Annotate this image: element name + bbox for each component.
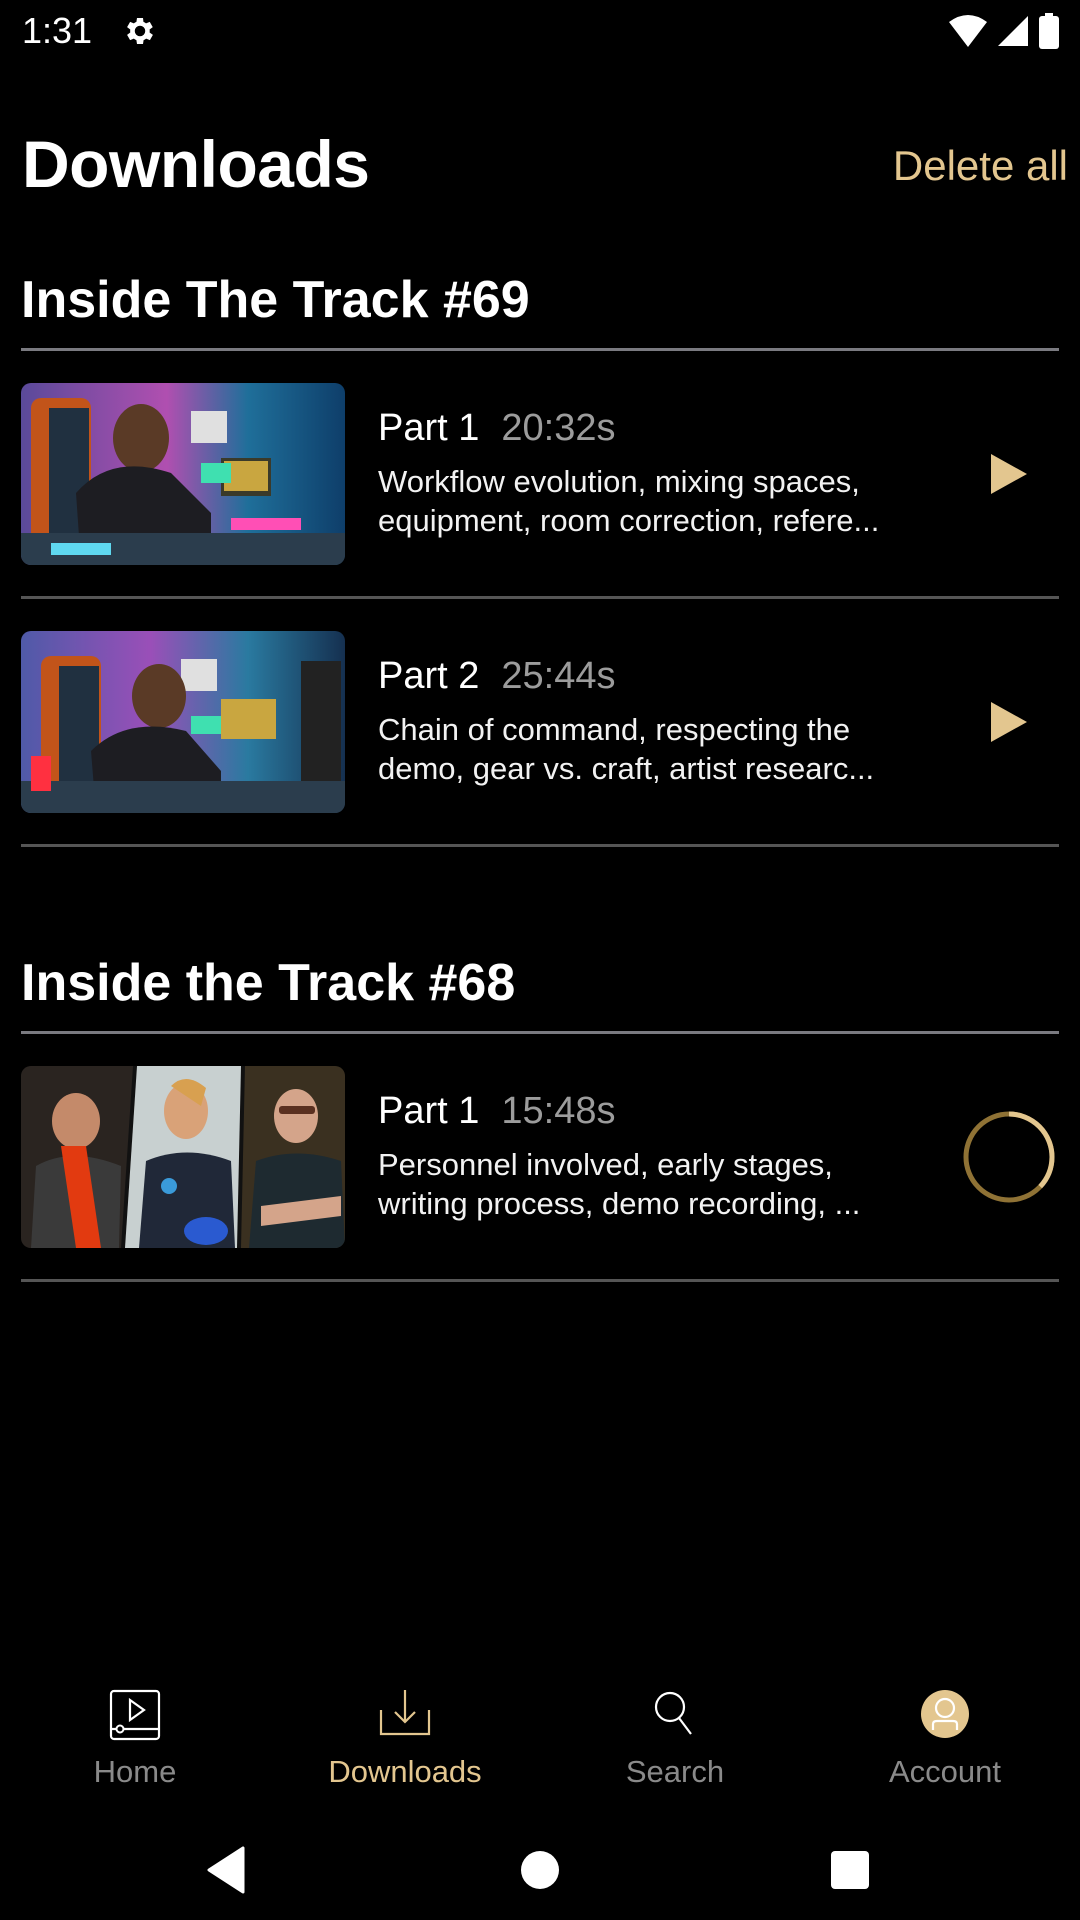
download-section: Inside The Track #69 Part 1 20:32s Workf… bbox=[21, 260, 1059, 847]
nav-downloads[interactable]: Downloads bbox=[270, 1680, 540, 1800]
battery-icon bbox=[1039, 13, 1059, 49]
episode-duration: 15:48s bbox=[501, 1090, 616, 1132]
episode-row[interactable]: Part 1 20:32s Workflow evolution, mixing… bbox=[21, 351, 1059, 596]
nav-label: Search bbox=[625, 1754, 725, 1789]
episode-description: Chain of command, respecting the demo, g… bbox=[378, 712, 875, 786]
download-icon bbox=[379, 1690, 431, 1736]
video-player-icon bbox=[109, 1689, 161, 1741]
section-title: Inside the Track #68 bbox=[21, 954, 516, 1012]
status-time: 1:31 bbox=[22, 10, 93, 51]
episode-part: Part 1 bbox=[378, 407, 480, 449]
episode-part: Part 2 bbox=[378, 655, 480, 697]
studio-thumbnail-image bbox=[21, 382, 345, 565]
nav-search[interactable]: Search bbox=[540, 1680, 810, 1800]
delete-all-button[interactable]: Delete all bbox=[893, 142, 1068, 190]
wifi-icon bbox=[949, 15, 987, 47]
collage-thumbnail-image bbox=[21, 1065, 345, 1248]
nav-label: Downloads bbox=[328, 1754, 482, 1789]
status-bar: 1:31 bbox=[0, 0, 1080, 64]
episode-duration: 25:44s bbox=[501, 655, 616, 697]
divider bbox=[21, 844, 1059, 847]
search-icon bbox=[654, 1691, 692, 1735]
divider bbox=[21, 1279, 1059, 1282]
episode-row[interactable]: Part 2 25:44s Chain of command, respecti… bbox=[21, 599, 1059, 844]
play-button[interactable] bbox=[959, 424, 1059, 524]
bottom-nav: Home Downloads Search Account bbox=[0, 1680, 1080, 1800]
episode-description: Workflow evolution, mixing spaces, equip… bbox=[378, 464, 880, 538]
account-icon bbox=[921, 1690, 969, 1738]
signal-icon bbox=[998, 16, 1028, 46]
episode-thumbnail[interactable] bbox=[21, 630, 345, 813]
play-button[interactable] bbox=[959, 672, 1059, 772]
nav-account[interactable]: Account bbox=[810, 1680, 1080, 1800]
nav-label: Home bbox=[93, 1754, 177, 1789]
play-icon bbox=[991, 453, 1027, 494]
download-section: Inside the Track #68 Part 1 15:48s Perso… bbox=[21, 943, 1059, 1282]
episode-duration: 20:32s bbox=[501, 407, 616, 449]
episode-thumbnail[interactable] bbox=[21, 382, 345, 565]
download-progress-button[interactable] bbox=[959, 1107, 1059, 1207]
back-icon[interactable] bbox=[195, 1840, 255, 1900]
gear-icon bbox=[127, 17, 153, 45]
system-nav-bar bbox=[0, 1820, 1080, 1920]
episode-row[interactable]: Part 1 15:48s Personnel involved, early … bbox=[21, 1034, 1059, 1279]
episode-thumbnail[interactable] bbox=[21, 1065, 345, 1248]
recents-icon[interactable] bbox=[820, 1840, 880, 1900]
page-title: Downloads bbox=[22, 127, 370, 201]
home-icon[interactable] bbox=[510, 1840, 570, 1900]
nav-label: Account bbox=[888, 1754, 1001, 1789]
studio-thumbnail-image bbox=[21, 630, 345, 813]
nav-home[interactable]: Home bbox=[0, 1680, 270, 1800]
episode-description: Personnel involved, early stages, writin… bbox=[378, 1147, 861, 1221]
episode-part: Part 1 bbox=[378, 1090, 480, 1132]
download-progress-ring bbox=[963, 1111, 1055, 1202]
play-icon bbox=[991, 701, 1027, 742]
section-title: Inside The Track #69 bbox=[21, 271, 530, 329]
